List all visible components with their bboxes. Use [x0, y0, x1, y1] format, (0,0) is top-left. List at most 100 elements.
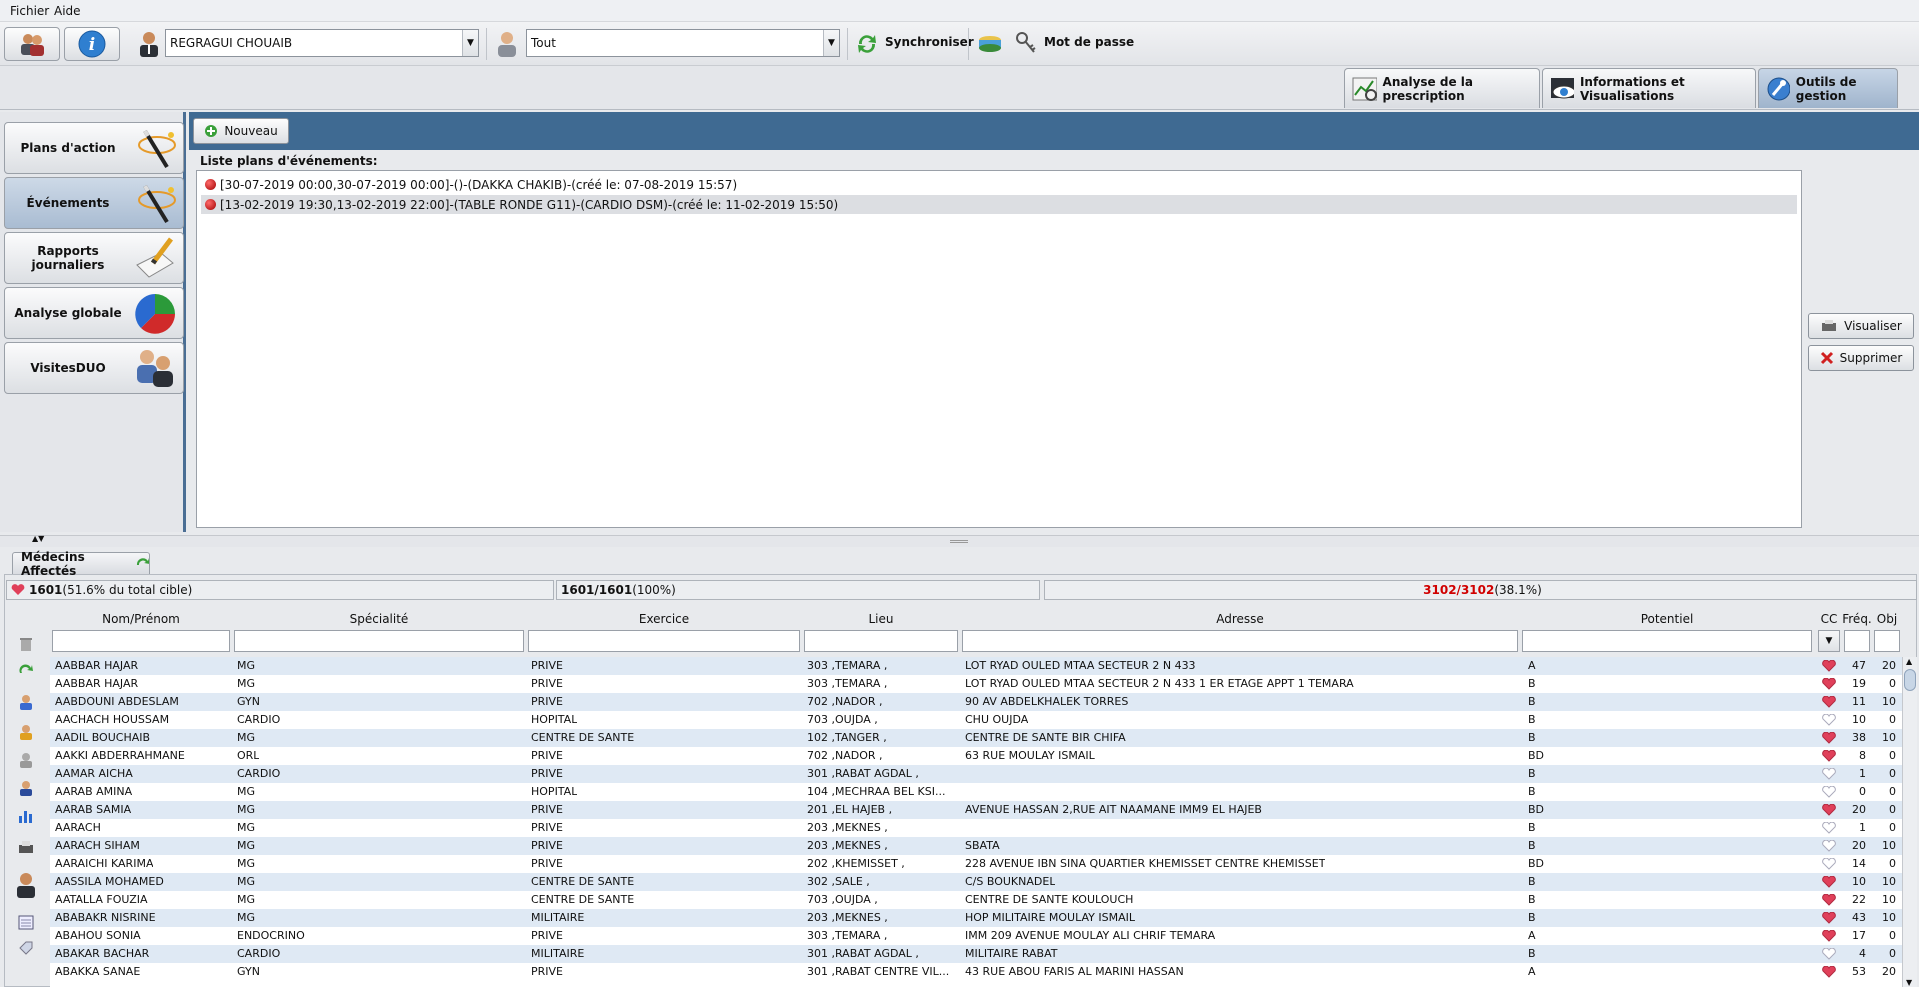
sync-row-tool[interactable] [14, 662, 38, 682]
cell-freq: 0 [1859, 785, 1866, 798]
filter-potentiel-input[interactable] [1522, 630, 1812, 652]
splitter[interactable]: ▲▼ [0, 534, 1919, 547]
new-button[interactable]: Nouveau [193, 118, 289, 144]
table-row[interactable]: AARAB AMINA MG HOPITAL 104 ,MECHRAA BEL KSI… [50, 783, 1902, 801]
table-row[interactable]: ABABAKR NISRINE MG MILITAIRE 203 ,MEKNES , H… [50, 909, 1902, 927]
col-exercice[interactable]: Exercice [528, 612, 800, 626]
table-row[interactable]: AABBAR HAJAR MG PRIVE 303 ,TEMARA , LOT RYAD… [50, 675, 1902, 693]
col-freq[interactable]: Fréq. [1842, 612, 1872, 626]
table-row[interactable]: AAKKI ABDERRAHMANE ORL PRIVE 702 ,NADOR , 63… [50, 747, 1902, 765]
table-row[interactable]: AARACH SIHAM MG PRIVE 203 ,MEKNES , SBATA B 20… [50, 837, 1902, 855]
col-obj[interactable]: Obj [1874, 612, 1900, 626]
tab-informations-visualisations[interactable]: Informations et Visualisations [1542, 68, 1756, 108]
col-cc[interactable]: CC [1816, 612, 1842, 626]
nav-plans-action[interactable]: Plans d'action [4, 122, 184, 174]
calendar-tool[interactable] [14, 912, 38, 932]
heart-outline-icon [1822, 714, 1836, 726]
cell-adresse: SBATA [965, 839, 1000, 852]
filter-specialite-input[interactable] [234, 630, 524, 652]
splitter-grip-icon[interactable] [950, 540, 968, 543]
cell-freq: 1 [1859, 767, 1866, 780]
tag-tool[interactable] [14, 938, 38, 958]
col-adresse[interactable]: Adresse [962, 612, 1518, 626]
delete-row-tool[interactable] [14, 634, 38, 654]
cell-freq: 4 [1859, 947, 1866, 960]
table-row[interactable]: AARACH MG PRIVE 203 ,MEKNES , B 1 0 [50, 819, 1902, 837]
sync-icon[interactable] [854, 32, 880, 56]
cell-adresse: IMM 209 AVENUE MOULAY ALI CHRIF TEMARA [965, 929, 1216, 942]
cell-potentiel: B [1528, 767, 1536, 780]
scroll-down-icon[interactable]: ▼ [1906, 978, 1912, 987]
table-row[interactable]: AARAB SAMIA MG PRIVE 201 ,EL HAJEB , AVENUE … [50, 801, 1902, 819]
tab-outils-gestion[interactable]: Outils de gestion [1758, 68, 1898, 108]
chart-tool[interactable] [14, 806, 38, 826]
doctor-blue-tool[interactable] [14, 778, 38, 798]
chevron-down-icon[interactable]: ▼ [823, 30, 839, 56]
cell-potentiel: B [1528, 839, 1536, 852]
col-lieu[interactable]: Lieu [804, 612, 958, 626]
table-row[interactable]: ABAKKA SANAE GYN PRIVE 301 ,RABAT CENTRE VI… [50, 963, 1902, 981]
list-item[interactable]: [13-02-2019 19:30,13-02-2019 22:00]-(TAB… [201, 195, 1797, 214]
col-potentiel[interactable]: Potentiel [1522, 612, 1812, 626]
wand-icon [138, 129, 176, 169]
cell-freq: 1 [1859, 821, 1866, 834]
cell-obj: 20 [1882, 659, 1896, 672]
nav-rapports-journaliers[interactable]: Rapports journaliers [4, 232, 184, 284]
supprimer-button[interactable]: Supprimer [1808, 345, 1914, 371]
table-row[interactable]: ABAKAR BACHAR CARDIO MILITAIRE 301 ,RABAT A… [50, 945, 1902, 963]
password-button[interactable]: Mot de passe [1044, 35, 1134, 49]
filter-adresse-input[interactable] [962, 630, 1518, 652]
cell-exercice: MILITAIRE [531, 911, 585, 924]
scroll-thumb[interactable] [1904, 669, 1916, 691]
info-button[interactable]: i [64, 27, 120, 61]
filter-lieu-input[interactable] [804, 630, 958, 652]
cell-exercice: PRIVE [531, 659, 563, 672]
tab-medecins-affectes[interactable]: Médecins Affectés [12, 550, 150, 578]
collapse-arrows-icon[interactable]: ▲▼ [32, 534, 44, 543]
menu-aide[interactable]: Aide [54, 4, 81, 18]
cell-nom: AASSILA MOHAMED [55, 875, 164, 888]
doctor-edit-tool[interactable] [14, 722, 38, 742]
manager-tool[interactable] [14, 870, 38, 900]
table-row[interactable]: AATALLA FOUZIA MG CENTRE DE SANTE 703 ,OUJD… [50, 891, 1902, 909]
filter-cc-dropdown[interactable]: ▼ [1818, 630, 1840, 652]
scroll-up-icon[interactable]: ▲ [1906, 657, 1912, 666]
filter-combo[interactable]: Tout ▼ [526, 29, 840, 57]
filter-obj-input[interactable] [1874, 630, 1900, 652]
doctor-tool[interactable] [14, 692, 38, 712]
print-tool[interactable] [14, 838, 38, 858]
cell-exercice: PRIVE [531, 839, 563, 852]
tab-analyse-prescription[interactable]: Analyse de la prescription [1344, 68, 1540, 108]
cell-nom: AARACH SIHAM [55, 839, 140, 852]
table-row[interactable]: AABBAR HAJAR MG PRIVE 303 ,TEMARA , LOT RYAD… [50, 657, 1902, 675]
table-row[interactable]: AASSILA MOHAMED MG CENTRE DE SANTE 302 ,SAL… [50, 873, 1902, 891]
sync-button[interactable]: Synchroniser [885, 35, 974, 49]
grid-scrollbar[interactable]: ▲ ▼ [1902, 657, 1917, 987]
list-item[interactable]: [30-07-2019 00:00,30-07-2019 00:00]-()-(… [201, 175, 1797, 194]
cell-spec: MG [237, 857, 256, 870]
nav-analyse-globale[interactable]: Analyse globale [4, 287, 184, 339]
col-specialite[interactable]: Spécialité [234, 612, 524, 626]
cell-spec: MG [237, 677, 256, 690]
table-row[interactable]: AABDOUNI ABDESLAM GYN PRIVE 702 ,NADOR , 90 … [50, 693, 1902, 711]
table-row[interactable]: AARAICHI KARIMA MG PRIVE 202 ,KHEMISSET , 22… [50, 855, 1902, 873]
col-nom[interactable]: Nom/Prénom [52, 612, 230, 626]
filter-exercice-input[interactable] [528, 630, 800, 652]
filter-freq-input[interactable] [1844, 630, 1870, 652]
users-button[interactable] [4, 27, 60, 61]
chevron-down-icon[interactable]: ▼ [462, 30, 478, 56]
filter-nom-input[interactable] [52, 630, 230, 652]
cell-obj: 10 [1882, 875, 1896, 888]
menu-fichier[interactable]: Fichier [10, 4, 49, 18]
cell-adresse: 228 AVENUE IBN SINA QUARTIER KHEMISSET C… [965, 857, 1326, 870]
nav-visites-duo[interactable]: VisitesDUO [4, 342, 184, 394]
table-row[interactable]: ABAHOU SONIA ENDOCRINO PRIVE 303 ,TEMARA , I… [50, 927, 1902, 945]
table-row[interactable]: AAMAR AICHA CARDIO PRIVE 301 ,RABAT AGDAL ,… [50, 765, 1902, 783]
user-combo[interactable]: REGRAGUI CHOUAIB ▼ [165, 29, 479, 57]
ghost-tool[interactable] [14, 750, 38, 770]
nav-evenements[interactable]: Événements [4, 177, 184, 229]
visualiser-button[interactable]: Visualiser [1808, 313, 1914, 339]
toolbar-separator [847, 28, 848, 60]
table-row[interactable]: AADIL BOUCHAIB MG CENTRE DE SANTE 102 ,TANG… [50, 729, 1902, 747]
table-row[interactable]: AACHACH HOUSSAM CARDIO HOPITAL 703 ,OUJDA ,… [50, 711, 1902, 729]
